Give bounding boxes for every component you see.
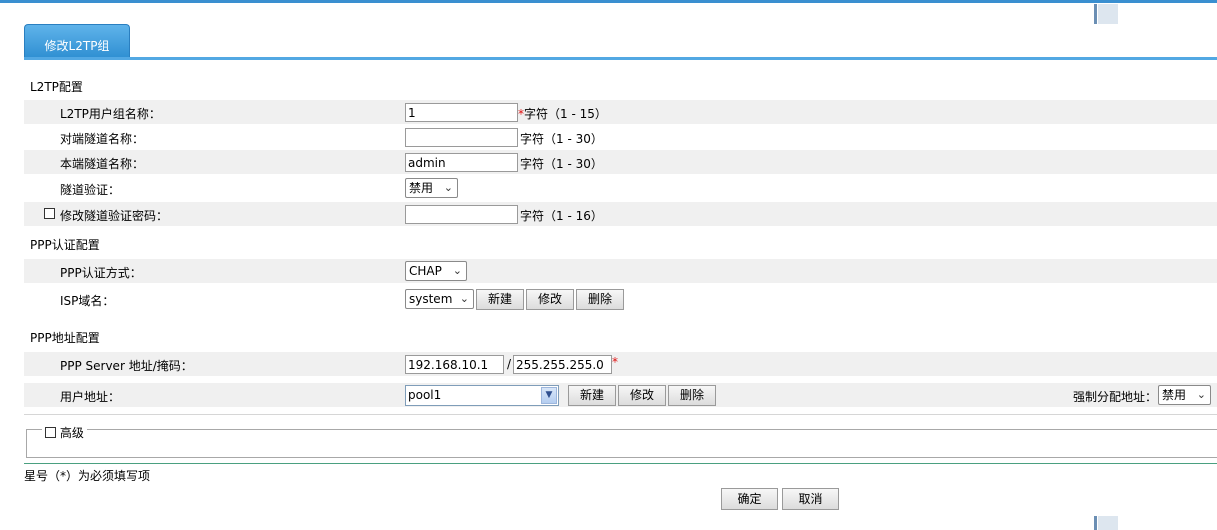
corner-decoration-bottom <box>1094 516 1118 530</box>
section-title-l2tp: L2TP配置 <box>30 80 83 94</box>
advanced-legend: 高级 <box>42 424 87 440</box>
ppp-auth-method-label: PPP认证方式： <box>60 266 142 280</box>
chevron-down-icon: ⌄ <box>1196 388 1206 401</box>
force-assign-label: 强制分配地址： <box>1073 390 1158 404</box>
row-peer-tunnel: 对端隧道名称： 字符（1 - 30） <box>24 125 1217 149</box>
group-name-label: L2TP用户组名称： <box>60 107 161 121</box>
user-address-new-button[interactable]: 新建 <box>568 385 616 406</box>
row-user-address: 用户地址： pool1 ▼ 新建 修改 删除 强制分配地址： 禁用 ⌄ <box>24 383 1217 407</box>
local-tunnel-label: 本端隧道名称： <box>60 157 145 171</box>
advanced-label: 高级 <box>59 426 84 440</box>
row-tunnel-auth: 隧道验证： 禁用 ⌄ <box>24 176 1217 200</box>
peer-tunnel-input[interactable] <box>405 128 518 147</box>
ppp-auth-method-value: CHAP <box>409 264 442 278</box>
tab-modify-l2tp-group[interactable]: 修改L2TP组 <box>24 24 130 58</box>
force-assign-select[interactable]: 禁用 ⌄ <box>1158 385 1211 405</box>
user-address-edit-button[interactable]: 修改 <box>618 385 666 406</box>
user-address-combo[interactable]: pool1 ▼ <box>405 385 559 406</box>
tunnel-password-input[interactable] <box>405 205 518 224</box>
top-accent-line <box>0 0 1217 3</box>
dropdown-arrow-icon[interactable]: ▼ <box>541 387 557 404</box>
ppp-server-label: PPP Server 地址/掩码： <box>60 359 193 373</box>
peer-tunnel-label: 对端隧道名称： <box>60 132 145 146</box>
isp-edit-button[interactable]: 修改 <box>526 289 574 310</box>
required-star: * <box>612 355 618 369</box>
corner-decoration-top <box>1094 4 1118 24</box>
isp-domain-select[interactable]: system ⌄ <box>405 289 474 309</box>
required-note: 星号（*）为必须填写项 <box>24 469 151 483</box>
isp-new-button[interactable]: 新建 <box>476 289 524 310</box>
advanced-checkbox[interactable] <box>45 427 56 438</box>
divider <box>24 463 1217 464</box>
section-title-ppp-auth: PPP认证配置 <box>30 238 100 252</box>
advanced-fieldset <box>26 429 1217 458</box>
change-password-label: 修改隧道验证密码： <box>60 209 169 223</box>
row-local-tunnel: 本端隧道名称： 字符（1 - 30） <box>24 150 1217 174</box>
chevron-down-icon: ⌄ <box>459 292 469 305</box>
group-name-hint-text: 字符（1 - 15） <box>524 107 607 121</box>
ppp-auth-method-select[interactable]: CHAP ⌄ <box>405 261 467 281</box>
group-name-hint: *字符（1 - 15） <box>518 105 607 122</box>
tunnel-password-hint: 字符（1 - 16） <box>520 209 603 223</box>
row-ppp-auth-method: PPP认证方式： CHAP ⌄ <box>24 259 1217 283</box>
cancel-button[interactable]: 取消 <box>782 488 839 510</box>
row-ppp-server: PPP Server 地址/掩码： / * <box>24 352 1217 376</box>
local-tunnel-hint: 字符（1 - 30） <box>520 157 603 171</box>
tunnel-auth-value: 禁用 <box>409 181 434 195</box>
ip-mask-separator: / <box>507 357 512 371</box>
divider <box>24 414 1217 415</box>
chevron-down-icon: ⌄ <box>443 181 453 194</box>
isp-domain-label: ISP域名： <box>60 294 115 308</box>
user-address-delete-button[interactable]: 删除 <box>668 385 716 406</box>
user-address-label: 用户地址： <box>60 390 121 404</box>
chevron-down-icon: ⌄ <box>452 264 462 277</box>
tunnel-auth-select[interactable]: 禁用 ⌄ <box>405 178 458 198</box>
group-name-input[interactable] <box>405 103 518 122</box>
tunnel-auth-label: 隧道验证： <box>60 183 121 197</box>
row-change-password: 修改隧道验证密码： 字符（1 - 16） <box>24 202 1217 226</box>
ppp-server-ip-input[interactable] <box>405 355 504 374</box>
isp-domain-value: system <box>409 292 453 306</box>
row-isp-domain: ISP域名： system ⌄ 新建 修改 删除 <box>24 287 1217 311</box>
row-group-name: L2TP用户组名称： *字符（1 - 15） <box>24 100 1217 124</box>
local-tunnel-input[interactable] <box>405 153 518 172</box>
isp-delete-button[interactable]: 删除 <box>576 289 624 310</box>
ok-button[interactable]: 确定 <box>721 488 778 510</box>
user-address-value: pool1 <box>408 388 442 402</box>
ppp-server-mask-input[interactable] <box>513 355 612 374</box>
peer-tunnel-hint: 字符（1 - 30） <box>520 132 603 146</box>
change-password-checkbox[interactable] <box>44 208 55 219</box>
force-assign-value: 禁用 <box>1162 388 1187 402</box>
section-title-ppp-address: PPP地址配置 <box>30 331 100 345</box>
tab-underline <box>24 57 1217 60</box>
